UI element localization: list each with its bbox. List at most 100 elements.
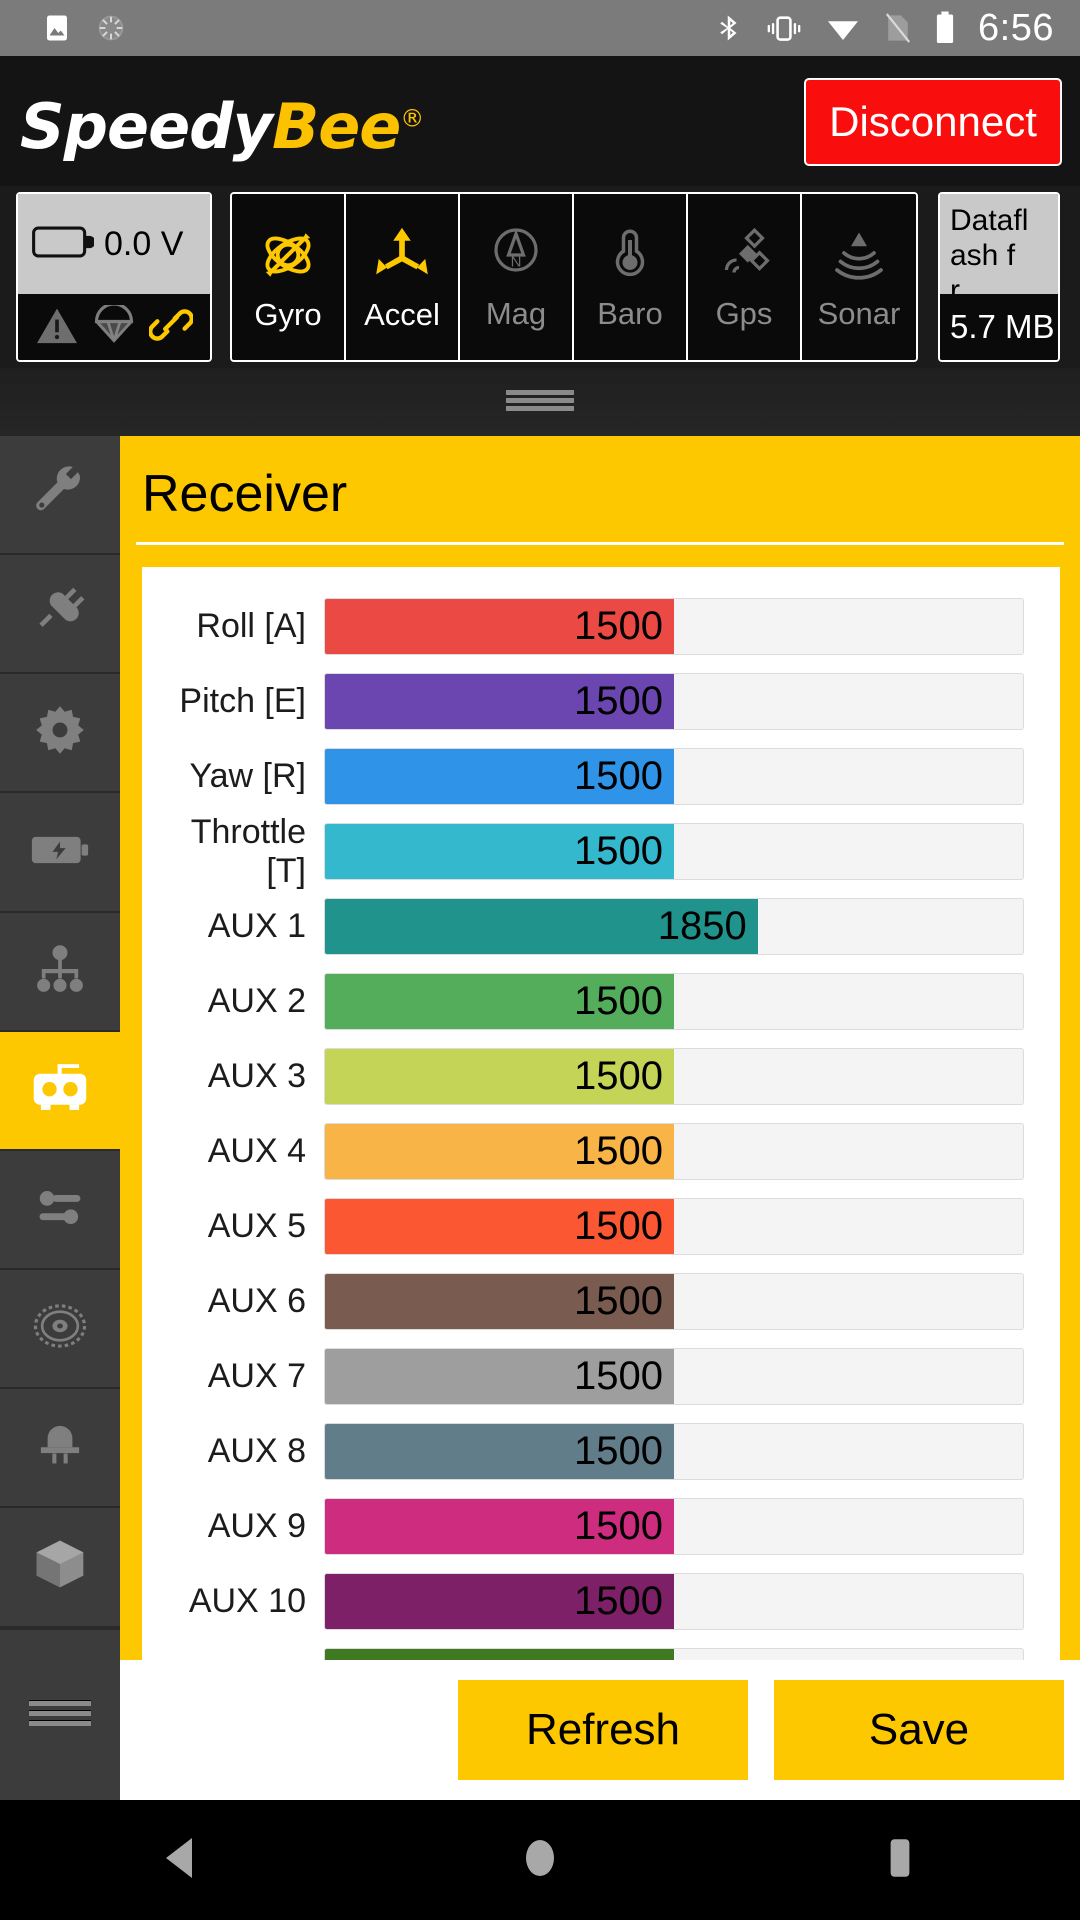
action-bar: Refresh Save: [120, 1660, 1080, 1800]
channel-bar-track[interactable]: 1500: [324, 1573, 1024, 1630]
nav-recents-button[interactable]: [720, 1834, 1080, 1887]
battery-icon: [934, 10, 956, 46]
voltage-card: 0.0 V: [16, 192, 212, 362]
speedybee-logo: SpeedyBee®: [20, 86, 424, 158]
warning-triangle-icon: [35, 305, 79, 350]
channel-bar-track[interactable]: 1500: [324, 598, 1024, 655]
sensor-accel[interactable]: Accel: [346, 194, 460, 360]
channel-bar-track[interactable]: 1500: [324, 673, 1024, 730]
sensor-baro[interactable]: Baro: [574, 194, 688, 360]
sidebar-item-receiver[interactable]: [0, 1031, 120, 1151]
nav-home-button[interactable]: [360, 1832, 720, 1889]
sensor-gyro[interactable]: Gyro: [232, 194, 346, 360]
sidebar-item-configuration[interactable]: [0, 674, 120, 794]
channel-bar-track[interactable]: 1500: [324, 1273, 1024, 1330]
channel-label: AUX 3: [207, 1057, 306, 1095]
parachute-icon: [93, 301, 135, 350]
channel-value: 1500: [574, 1354, 663, 1398]
channel-bar-track[interactable]: 1500: [324, 1423, 1024, 1480]
drag-handle-lines: [506, 390, 574, 414]
channel-value: 1500: [574, 604, 663, 648]
sensor-gps-label: Gps: [715, 296, 773, 331]
save-button[interactable]: Save: [774, 1680, 1064, 1780]
battery-bolt-icon: [30, 828, 90, 877]
channel-label: AUX 4: [207, 1132, 306, 1170]
sonar-icon: [829, 225, 889, 290]
channel-value: 1500: [574, 1054, 663, 1098]
image-icon: [42, 13, 72, 43]
vibrate-icon: [766, 12, 802, 44]
sensor-gyro-label: Gyro: [254, 297, 322, 332]
sliders-icon: [32, 1183, 88, 1236]
channel-bar-track[interactable]: 1850: [324, 898, 1024, 955]
channel-label: Throttle [T]: [190, 812, 306, 890]
sidebar-item-blackbox[interactable]: [0, 1508, 120, 1628]
sidebar-item-adjustments[interactable]: [0, 1151, 120, 1271]
dataflash-label: Datafl ash fr…: [940, 194, 1058, 307]
channel-value: 1850: [657, 904, 747, 948]
android-nav-bar: [0, 1800, 1080, 1920]
sensor-mag[interactable]: N Mag: [460, 194, 574, 360]
sensor-gps[interactable]: Gps: [688, 194, 802, 360]
sensor-sonar[interactable]: Sonar: [802, 194, 916, 360]
refresh-button[interactable]: Refresh: [458, 1680, 748, 1780]
channel-row: Throttle [T] 1500: [142, 812, 1060, 890]
compass-icon: N: [486, 225, 546, 290]
channel-label: AUX 5: [207, 1207, 306, 1245]
android-status-bar: 6:56: [0, 0, 1080, 56]
channel-value: 1500: [574, 1204, 663, 1248]
sensor-mag-label: Mag: [485, 296, 547, 331]
disconnect-button[interactable]: Disconnect: [804, 78, 1062, 166]
channel-label: Yaw [R]: [189, 757, 306, 795]
battery-outline-icon: [32, 225, 96, 264]
channel-bar-track[interactable]: 1500: [324, 1348, 1024, 1405]
channel-list: Roll [A] 1500 Pitch [E] 1500 Yaw [R] 1500 Thro…: [142, 567, 1060, 1714]
channel-value: 1500: [574, 1504, 663, 1548]
channel-row: Yaw [R] 1500: [142, 739, 1060, 814]
channel-bar-track[interactable]: 1500: [324, 1198, 1024, 1255]
channel-label: AUX 10: [188, 1582, 306, 1620]
channel-bar-track[interactable]: 1500: [324, 823, 1024, 880]
nav-back-button[interactable]: [0, 1836, 360, 1885]
channel-label: Roll [A]: [196, 607, 306, 645]
svg-text:N: N: [511, 253, 522, 270]
channel-bar-track[interactable]: 1500: [324, 1123, 1024, 1180]
sidebar-item-ports[interactable]: [0, 555, 120, 675]
title-divider: [136, 542, 1064, 545]
channel-value: 1500: [574, 829, 663, 873]
channel-row: Roll [A] 1500: [142, 589, 1060, 664]
sidebar-item-setup[interactable]: [0, 436, 120, 556]
channel-bar-track[interactable]: 1500: [324, 1498, 1024, 1555]
channel-bar-track[interactable]: 1500: [324, 1048, 1024, 1105]
channel-label: AUX 6: [207, 1282, 306, 1320]
channel-row: AUX 6 1500: [142, 1264, 1060, 1339]
logo-registered-mark: ®: [400, 104, 424, 133]
led-icon: [33, 1418, 87, 1477]
channel-label: Pitch [E]: [179, 682, 306, 720]
channel-bar-track[interactable]: 1500: [324, 748, 1024, 805]
panel-drag-handle[interactable]: [0, 368, 1080, 436]
channel-label: AUX 9: [207, 1507, 306, 1545]
channel-bar-track[interactable]: 1500: [324, 973, 1024, 1030]
home-circle-icon: [520, 1832, 560, 1889]
dataflash-card[interactable]: Datafl ash fr… 5.7 MB: [938, 192, 1060, 362]
app-header: SpeedyBee® Disconnect: [0, 56, 1080, 186]
channel-label: AUX 2: [207, 982, 306, 1020]
channel-row: AUX 1 1850: [142, 889, 1060, 964]
sensor-accel-label: Accel: [364, 297, 440, 332]
back-triangle-icon: [160, 1836, 200, 1885]
sidebar-menu-button[interactable]: [0, 1630, 120, 1800]
channel-label: AUX 8: [207, 1432, 306, 1470]
channel-row: AUX 4 1500: [142, 1114, 1060, 1189]
rc-transmitter-icon: [29, 1060, 91, 1121]
sidebar-item-motors[interactable]: [0, 1270, 120, 1390]
accelerometer-icon: [371, 224, 433, 291]
channel-row: AUX 2 1500: [142, 964, 1060, 1039]
sidebar-item-power[interactable]: [0, 793, 120, 913]
propeller-icon: [31, 1300, 89, 1357]
sensor-baro-label: Baro: [597, 296, 663, 331]
sidebar-item-modes[interactable]: [0, 913, 120, 1032]
sensor-indicator-group: Gyro Accel N Mag Baro Gps Sonar: [230, 192, 918, 362]
channel-value: 1500: [574, 679, 663, 723]
sidebar-item-led-strip[interactable]: [0, 1389, 120, 1509]
